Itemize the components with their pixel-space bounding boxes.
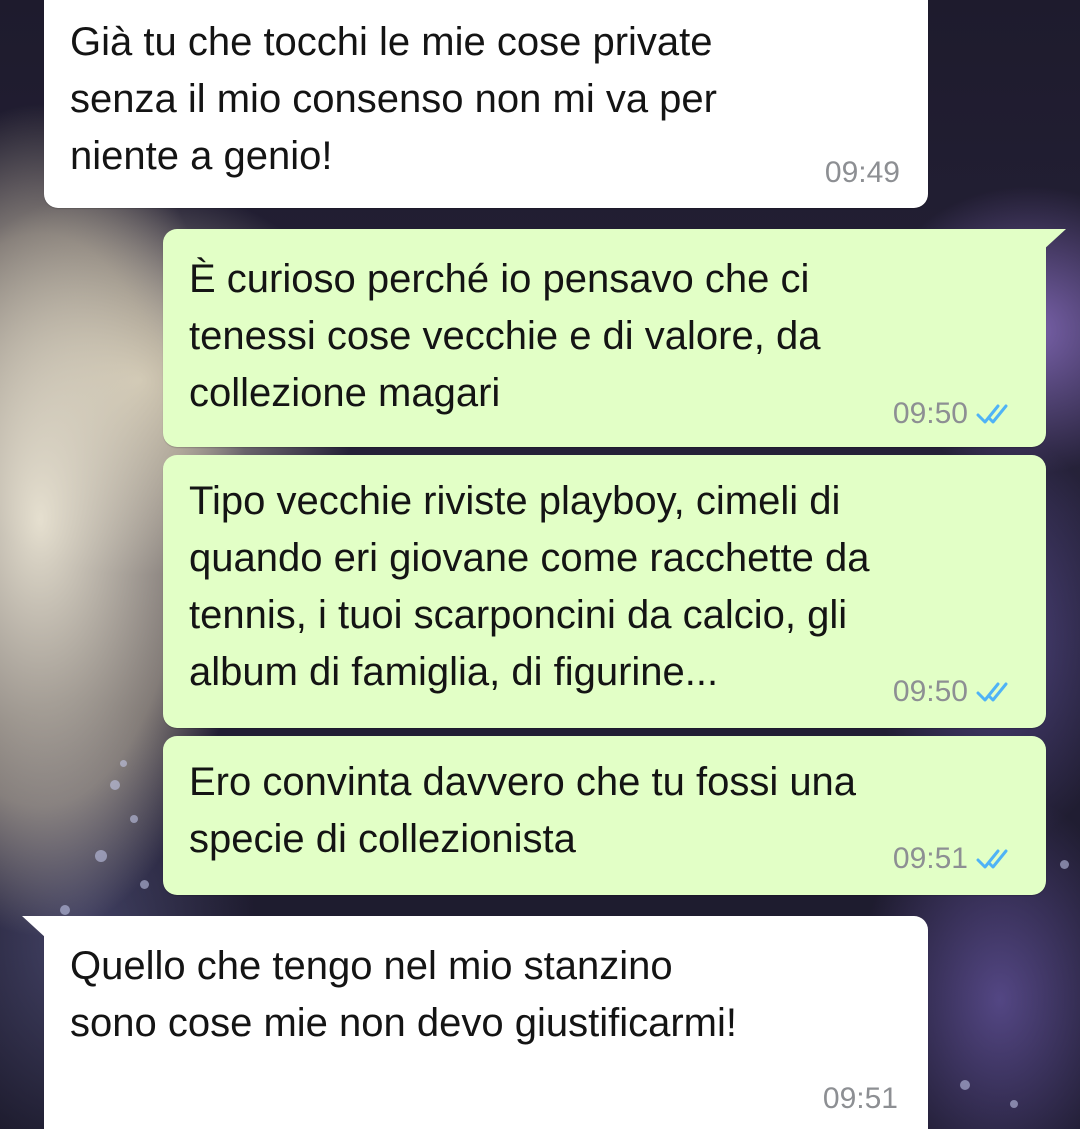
- message-text: Tipo vecchie riviste playboy, cimeli di …: [189, 479, 870, 694]
- message-text: È curioso perché io pensavo che ci tenes…: [189, 257, 821, 415]
- message-timestamp: 09:50: [892, 675, 968, 708]
- message-timestamp: 09:51: [892, 842, 968, 875]
- message-timestamp: 09:51: [822, 1082, 898, 1115]
- message-bubble-outgoing[interactable]: Ero convinta davvero che tu fossi una sp…: [163, 736, 1046, 895]
- message-text: Ero convinta davvero che tu fossi una sp…: [189, 760, 857, 861]
- message-meta: 09:51: [823, 1084, 898, 1114]
- message-bubble-incoming[interactable]: Già tu che tocchi le mie cose private se…: [44, 0, 928, 208]
- bubble-tail: [22, 916, 46, 938]
- message-meta: 09:51: [893, 844, 1020, 874]
- double-check-read-icon: [976, 404, 1008, 424]
- message-text: Quello che tengo nel mio stanzino sono c…: [70, 944, 737, 1045]
- message-meta: 09:50: [893, 399, 1020, 429]
- message-meta: 09:50: [893, 677, 1020, 707]
- message-meta: 09:49: [825, 158, 900, 188]
- bubble-tail: [1042, 229, 1066, 251]
- message-bubble-incoming[interactable]: Quello che tengo nel mio stanzino sono c…: [22, 916, 928, 1129]
- message-bubble-outgoing[interactable]: Tipo vecchie riviste playboy, cimeli di …: [163, 455, 1046, 728]
- message-timestamp: 09:50: [892, 397, 968, 430]
- message-bubble-outgoing[interactable]: È curioso perché io pensavo che ci tenes…: [163, 229, 1066, 447]
- message-timestamp: 09:49: [824, 156, 900, 189]
- double-check-read-icon: [976, 682, 1008, 702]
- double-check-read-icon: [976, 849, 1008, 869]
- message-text: Già tu che tocchi le mie cose private se…: [70, 20, 717, 178]
